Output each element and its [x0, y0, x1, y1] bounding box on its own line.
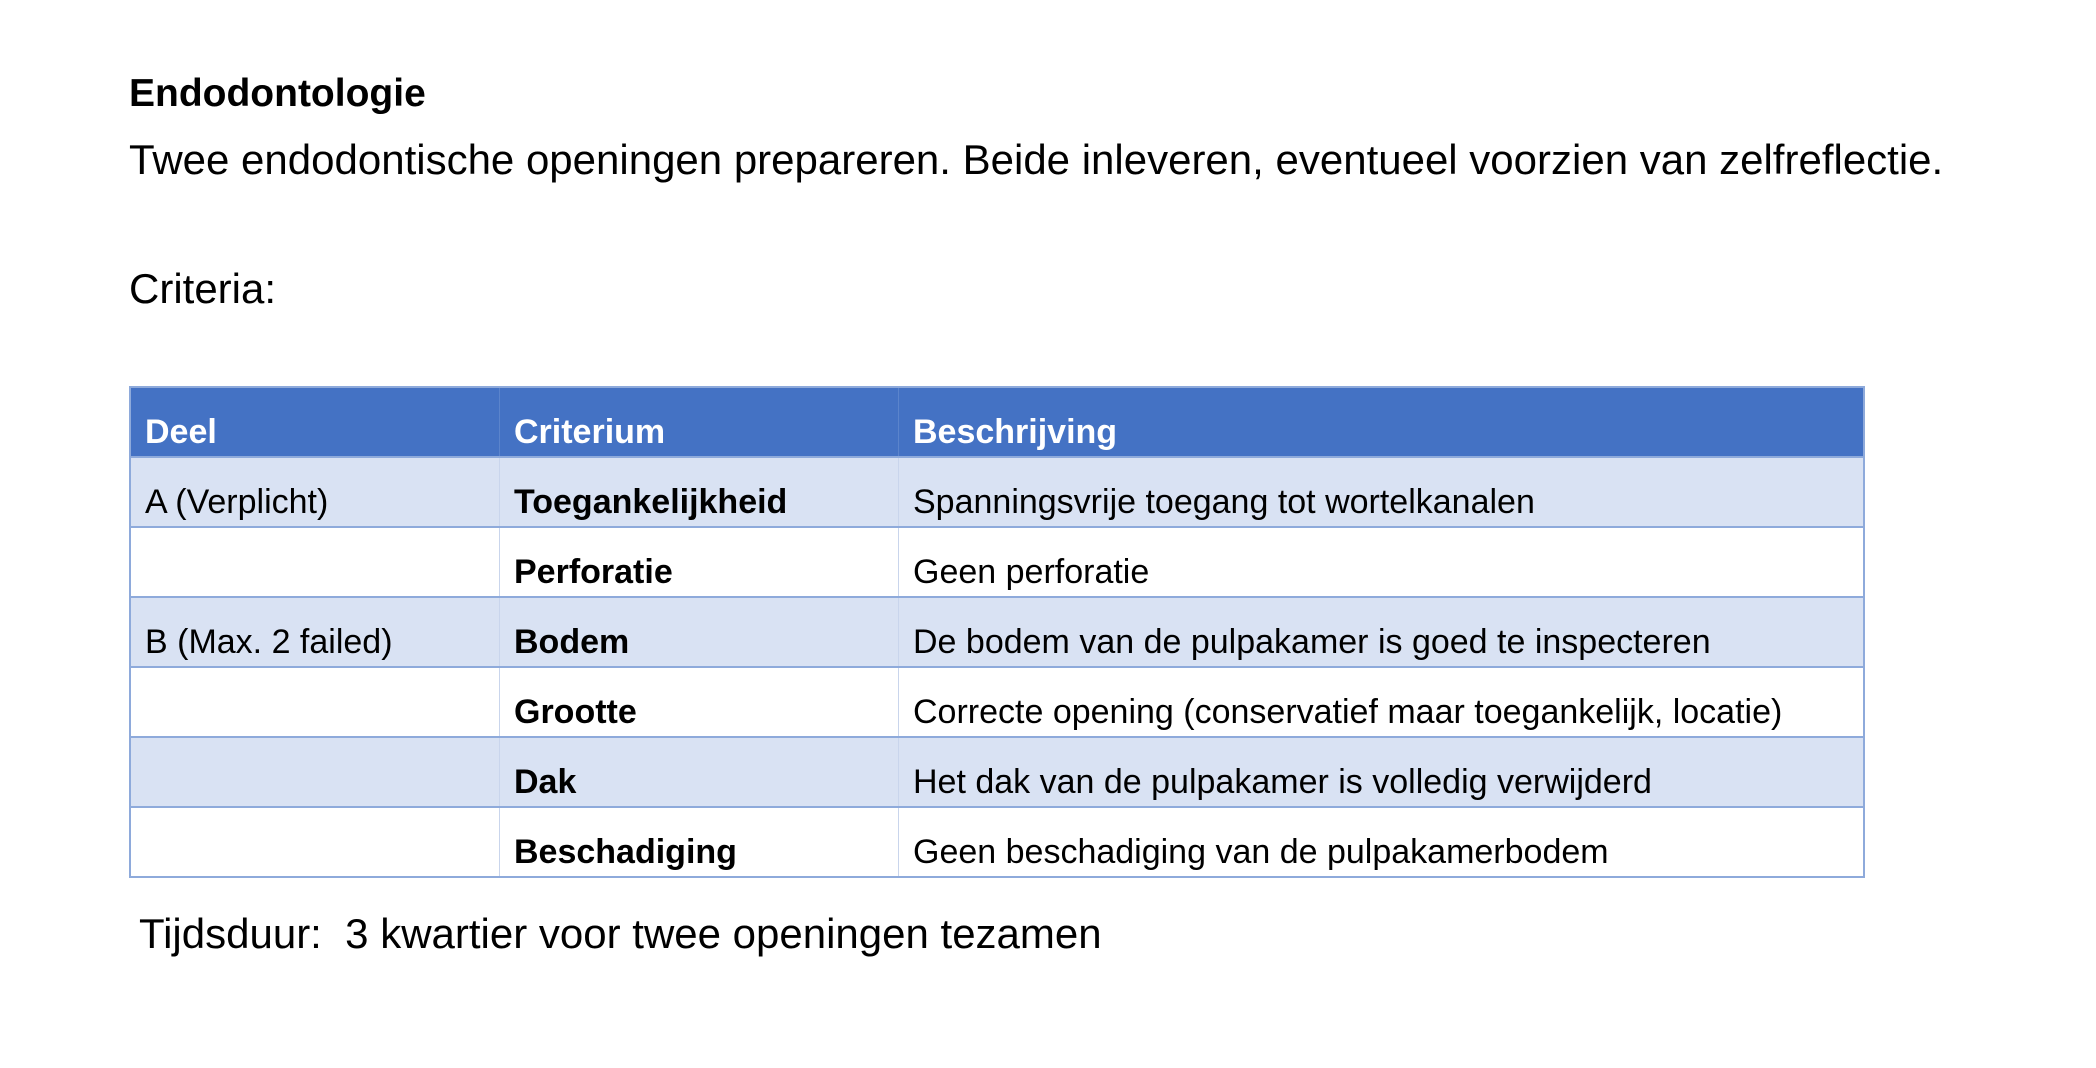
- header-deel: Deel: [130, 387, 500, 457]
- header-criterium: Criterium: [499, 387, 899, 457]
- duration-text: Tijdsduur: 3 kwartier voor twee openinge…: [139, 910, 1102, 957]
- cell-deel: [130, 666, 500, 737]
- cell-criterium: Dak: [499, 736, 899, 807]
- cell-deel: A (Verplicht): [130, 456, 500, 527]
- cell-beschrijving: Spanningsvrije toegang tot wortelkanalen: [898, 456, 1864, 527]
- cell-criterium: Beschadiging: [499, 806, 899, 877]
- cell-deel: [130, 806, 500, 877]
- cell-criterium: Perforatie: [499, 526, 899, 597]
- cell-deel: [130, 526, 500, 597]
- cell-criterium: Toegankelijkheid: [499, 456, 899, 527]
- intro-paragraph: Twee endodontische openingen prepareren.…: [129, 136, 1944, 183]
- criteria-table: Deel Criterium Beschrijving A (Verplicht…: [129, 386, 1865, 878]
- cell-deel: B (Max. 2 failed): [130, 596, 500, 667]
- table-row: Beschadiging Geen beschadiging van de pu…: [130, 806, 1864, 877]
- document-title: Endodontologie: [129, 72, 426, 115]
- table-header-row: Deel Criterium Beschrijving: [130, 387, 1864, 457]
- table-row: Dak Het dak van de pulpakamer is volledi…: [130, 736, 1864, 807]
- table-row: B (Max. 2 failed) Bodem De bodem van de …: [130, 596, 1864, 667]
- table-row: Grootte Correcte opening (conservatief m…: [130, 666, 1864, 737]
- cell-beschrijving: Geen beschadiging van de pulpakamerbodem: [898, 806, 1864, 877]
- cell-beschrijving: De bodem van de pulpakamer is goed te in…: [898, 596, 1864, 667]
- cell-beschrijving: Het dak van de pulpakamer is volledig ve…: [898, 736, 1864, 807]
- cell-beschrijving: Geen perforatie: [898, 526, 1864, 597]
- cell-criterium: Bodem: [499, 596, 899, 667]
- cell-criterium: Grootte: [499, 666, 899, 737]
- table-row: Perforatie Geen perforatie: [130, 526, 1864, 597]
- table-row: A (Verplicht) Toegankelijkheid Spannings…: [130, 456, 1864, 527]
- cell-beschrijving: Correcte opening (conservatief maar toeg…: [898, 666, 1864, 737]
- criteria-label: Criteria:: [129, 265, 277, 312]
- cell-deel: [130, 736, 500, 807]
- header-beschrijving: Beschrijving: [898, 387, 1864, 457]
